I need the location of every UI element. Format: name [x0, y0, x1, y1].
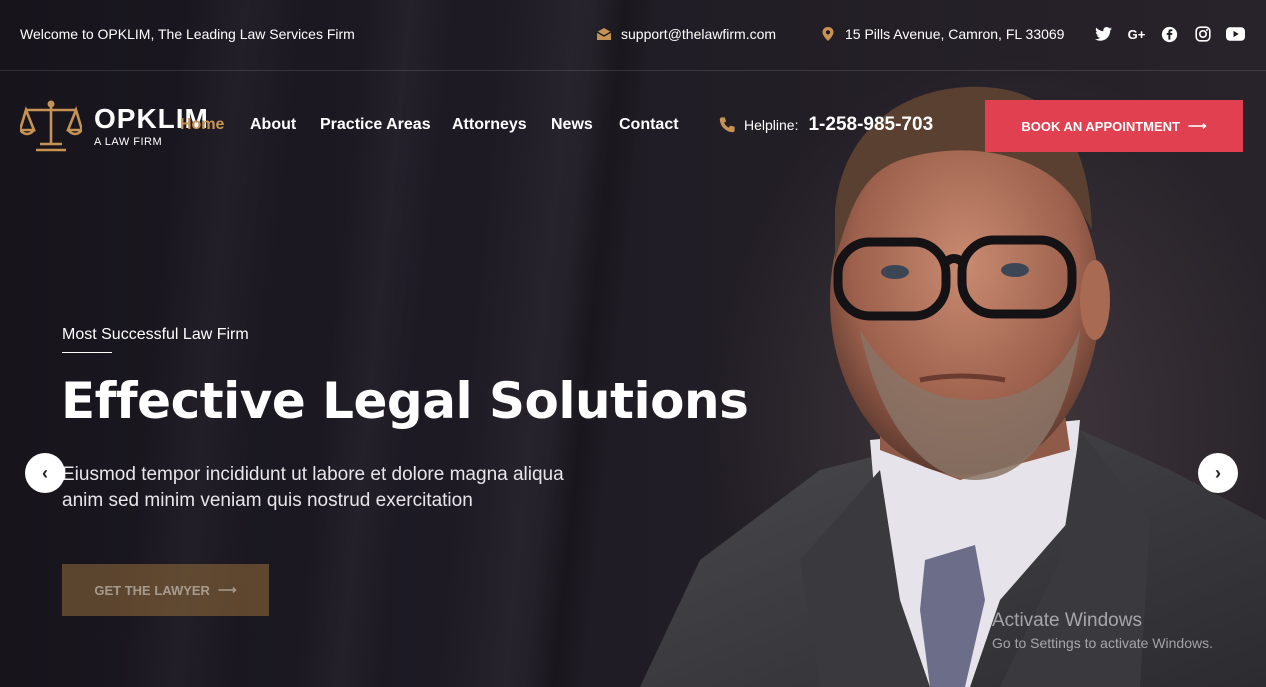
nav-item-about[interactable]: About: [250, 116, 296, 134]
arrow-right-icon: ⟶: [1188, 118, 1207, 133]
envelope-icon: [596, 28, 612, 40]
scales-of-justice-icon: [20, 100, 82, 152]
slider-prev-button[interactable]: ‹: [25, 453, 65, 493]
contact-email[interactable]: support@thelawfirm.com: [596, 26, 776, 42]
nav-item-news[interactable]: News: [551, 116, 593, 134]
book-appointment-label: BOOK AN APPOINTMENT: [1021, 118, 1180, 134]
get-the-lawyer-label: GET THE LAWYER: [94, 582, 210, 598]
helpline-label: Helpline:: [744, 117, 799, 133]
twitter-icon[interactable]: [1094, 25, 1113, 43]
watermark-subtitle: Go to Settings to activate Windows.: [992, 635, 1213, 651]
nav-item-home[interactable]: Home: [180, 116, 224, 134]
hero-description-line: anim sed minim veniam quis nostrud exerc…: [62, 490, 473, 511]
address-text: 15 Pills Avenue, Camron, FL 33069: [845, 26, 1065, 42]
arrow-right-icon: ⟶: [217, 582, 237, 597]
eyebrow-divider: [62, 352, 112, 353]
chevron-left-icon: ‹: [42, 462, 48, 483]
social-links: G+: [1094, 25, 1245, 43]
hero-description-line: Eiusmod tempor incididunt ut labore et d…: [62, 464, 564, 485]
top-info-bar: Welcome to OPKLIM, The Leading Law Servi…: [0, 0, 1266, 71]
nav-item-contact[interactable]: Contact: [619, 116, 679, 134]
phone-icon: [719, 117, 735, 133]
google-plus-icon[interactable]: G+: [1127, 25, 1146, 43]
welcome-text: Welcome to OPKLIM, The Leading Law Servi…: [20, 26, 355, 42]
nav-item-attorneys[interactable]: Attorneys: [452, 116, 527, 134]
facebook-icon[interactable]: [1160, 25, 1179, 43]
helpline[interactable]: Helpline: 1-258-985-703: [718, 114, 933, 136]
instagram-icon[interactable]: [1193, 25, 1212, 43]
watermark-title: Activate Windows: [992, 610, 1142, 631]
hero-headline: Effective Legal Solutions: [61, 372, 749, 430]
get-the-lawyer-button[interactable]: GET THE LAWYER ⟶: [62, 564, 269, 616]
book-appointment-button[interactable]: BOOK AN APPOINTMENT ⟶: [985, 100, 1243, 152]
hero-description: Eiusmod tempor incididunt ut labore et d…: [62, 462, 622, 514]
contact-address: 15 Pills Avenue, Camron, FL 33069: [820, 26, 1064, 42]
chevron-right-icon: ›: [1215, 462, 1221, 483]
map-pin-icon: [822, 27, 834, 41]
hero-eyebrow: Most Successful Law Firm: [62, 326, 249, 343]
nav-item-practice-areas[interactable]: Practice Areas: [320, 116, 431, 134]
email-text[interactable]: support@thelawfirm.com: [621, 26, 776, 42]
helpline-number[interactable]: 1-258-985-703: [808, 114, 933, 136]
brand-tagline: A LAW FIRM: [94, 135, 163, 148]
slider-next-button[interactable]: ›: [1198, 453, 1238, 493]
youtube-icon[interactable]: [1226, 25, 1245, 43]
windows-activation-watermark: Activate Windows Go to Settings to activ…: [992, 610, 1213, 651]
